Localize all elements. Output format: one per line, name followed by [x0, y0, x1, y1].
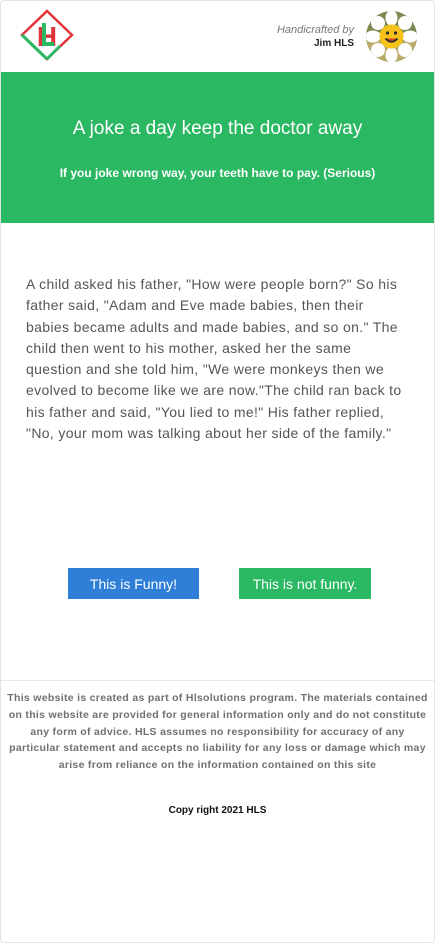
page-subtitle: If you joke wrong way, your teeth have t… [59, 166, 376, 180]
not-funny-button[interactable]: This is not funny. [239, 568, 371, 599]
credit-line: Handicrafted by [276, 24, 354, 36]
footer-disclaimer: This website is created as part of Hlsol… [7, 692, 428, 772]
author-avatar [366, 11, 417, 62]
funny-button[interactable]: This is Funny! [68, 568, 199, 599]
joke-text: A child asked his father, "How were peop… [26, 276, 402, 442]
footer-divider [1, 680, 434, 681]
page-title: A joke a day keep the doctor away [72, 118, 363, 139]
hero-banner: A joke a day keep the doctor away If you… [1, 72, 434, 223]
logo-letter-h: H [37, 21, 57, 52]
footer-copyright: Copy right 2021 HLS [168, 805, 267, 816]
hls-logo-icon[interactable]: H [20, 9, 74, 61]
author-name: Jim HLS [313, 38, 354, 49]
site-header: H Handicrafted by Jim HLS [1, 1, 434, 72]
credit-block: Handicrafted by Jim HLS [277, 24, 354, 50]
